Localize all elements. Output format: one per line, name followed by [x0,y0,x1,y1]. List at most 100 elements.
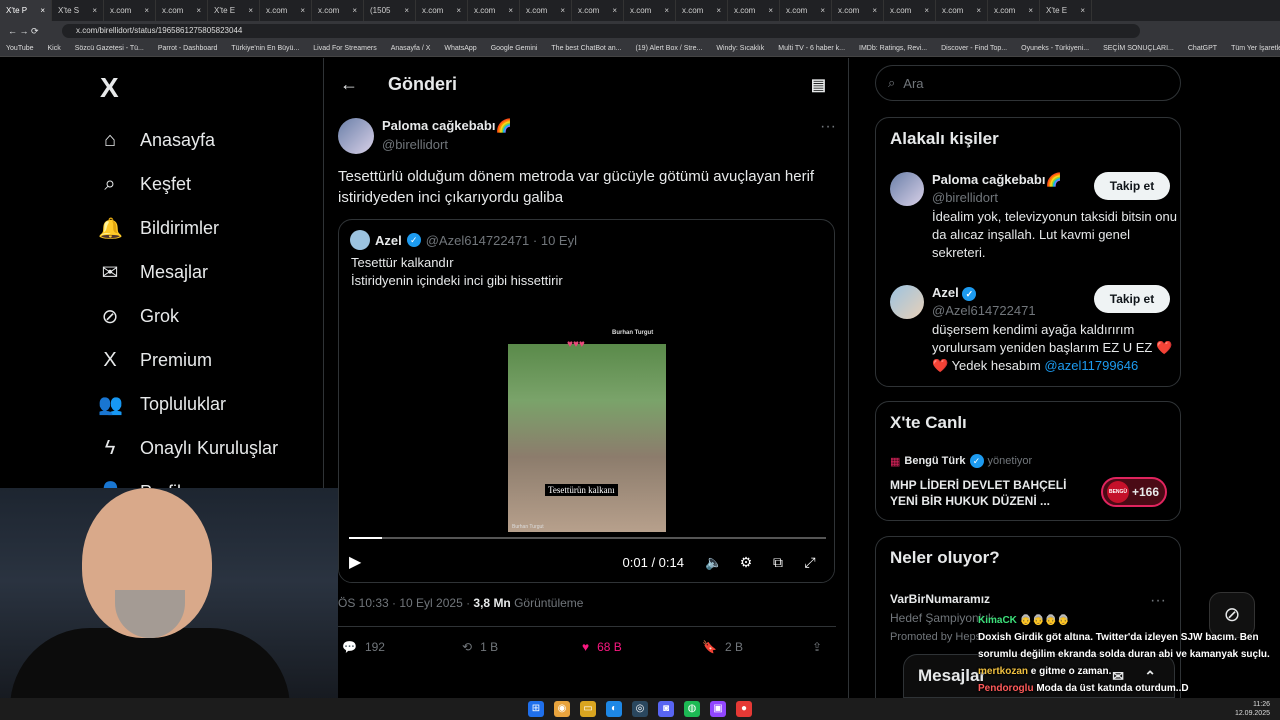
url-field[interactable]: x.com/birellidort/status/196586127580582… [62,24,1140,38]
browser-tab[interactable]: x.com × [572,0,624,21]
video-player[interactable]: Burhan Turgut Tesettürün kalkanı Burhan … [339,312,834,582]
search-input[interactable]: ⌕ Ara [875,65,1181,101]
browser-tab[interactable]: X'te E × [1040,0,1092,21]
x-logo[interactable]: X [100,72,119,104]
live-listeners-badge[interactable]: BENGÜ +166 [1101,477,1167,507]
bookmark-item[interactable]: WhatsApp [444,45,476,52]
close-tab-icon[interactable]: × [820,6,825,15]
bookmark-item[interactable]: ChatGPT [1188,45,1217,52]
close-tab-icon[interactable]: × [300,6,305,15]
video-progress-bar[interactable] [349,537,826,539]
close-tab-icon[interactable]: × [404,6,409,15]
browser-tab[interactable]: x.com × [728,0,780,21]
spotify-icon[interactable]: ◍ [684,701,700,717]
browser-tab[interactable]: x.com × [520,0,572,21]
sidebar-item-onayl-kurulu-lar[interactable]: ϟ Onaylı Kuruluşlar [98,426,278,470]
live-host[interactable]: Bengü Türk [904,455,965,467]
chrome-icon[interactable]: ◉ [554,701,570,717]
picture-in-picture-icon[interactable]: ⧉ [762,554,794,571]
close-tab-icon[interactable]: × [248,6,253,15]
person-handle[interactable]: @birellidort [932,190,998,205]
bookmark-item[interactable]: YouTube [6,45,34,52]
quote-avatar[interactable] [350,230,370,250]
browser-tab[interactable]: x.com × [884,0,936,21]
video-frame[interactable]: Tesettürün kalkanı Burhan Turgut [508,344,666,532]
quote-author-name[interactable]: Azel [375,233,402,248]
browser-tab[interactable]: x.com × [832,0,884,21]
browser-tab[interactable]: X'te E × [208,0,260,21]
person-name[interactable]: Azel ✓ [932,285,977,301]
post-timestamp[interactable]: ÖS 10:33 · 10 Eyl 2025 · [338,596,473,610]
quoted-post[interactable]: Azel ✓ @Azel614722471 · 10 Eyl Tesettür … [338,219,835,583]
bookmark-item[interactable]: The best ChatBot an... [551,45,621,52]
start-menu-icon[interactable]: ⊞ [528,701,544,717]
fullscreen-icon[interactable]: ⤢ [794,554,826,571]
bookmark-item[interactable]: Kick [48,45,61,52]
close-tab-icon[interactable]: × [560,6,565,15]
browser-tab[interactable]: X'te S × [52,0,104,21]
close-tab-icon[interactable]: × [1028,6,1033,15]
back-arrow-icon[interactable]: ← [340,74,358,95]
bookmark-item[interactable]: Türkiye'nin En Büyü... [231,45,299,52]
close-tab-icon[interactable]: × [40,6,45,15]
bookmark-item[interactable]: Google Gemini [491,45,538,52]
edge-icon[interactable]: ◐ [606,701,622,717]
share-button[interactable]: ⇪ [812,640,822,654]
person-handle[interactable]: @Azel614722471 [932,303,1036,318]
close-tab-icon[interactable]: × [716,6,721,15]
sidebar-item-topluluklar[interactable]: 👥 Topluluklar [98,382,278,426]
close-tab-icon[interactable]: × [664,6,669,15]
close-tab-icon[interactable]: × [612,6,617,15]
close-tab-icon[interactable]: × [92,6,97,15]
browser-tab[interactable]: X'te P × [0,0,52,21]
bookmark-item[interactable]: Parrot - Dashboard [158,45,218,52]
browser-tab[interactable]: x.com × [624,0,676,21]
bio-link[interactable]: @azel11799646 [1044,358,1138,373]
browser-tab[interactable]: x.com × [468,0,520,21]
avatar[interactable] [338,118,374,154]
bookmark-item[interactable]: Multi TV - 6 haber k... [778,45,845,52]
reader-mode-icon[interactable]: ▤ [811,75,826,95]
author-handle[interactable]: @birellidort [382,137,512,152]
bookmark-item[interactable]: Sözcü Gazetesi - Tü... [75,45,144,52]
folder-icon[interactable]: ▭ [580,701,596,717]
close-tab-icon[interactable]: × [768,6,773,15]
bookmark-item[interactable]: Livad For Streamers [313,45,376,52]
close-tab-icon[interactable]: × [196,6,201,15]
close-tab-icon[interactable]: × [976,6,981,15]
bookmark-item[interactable]: Discover - Find Top... [941,45,1007,52]
browser-tab[interactable]: x.com × [936,0,988,21]
author-name[interactable]: Paloma cağkebabı🌈 [382,118,512,134]
live-card[interactable]: X'te Canlı ▦ Bengü Türk ✓ yönetiyor MHP … [875,401,1181,521]
browser-tab[interactable]: (1505 × [364,0,416,21]
trend-name[interactable]: VarBirNumaramız [890,592,990,606]
settings-gear-icon[interactable]: ⚙ [730,554,762,571]
close-tab-icon[interactable]: × [144,6,149,15]
live-headline[interactable]: MHP LİDERİ DEVLET BAHÇELİ YENİ BİR HUKUK… [890,477,1090,509]
sidebar-item-ke-fet[interactable]: ⌕ Keşfet [98,162,278,206]
sidebar-item-premium[interactable]: X Premium [98,338,278,382]
bookmark-item[interactable]: Tüm Yer İşaretleri [1231,45,1280,52]
repost-button[interactable]: ⟲ 1 B [462,640,582,654]
person-name[interactable]: Paloma cağkebabı🌈 [932,172,1062,188]
bookmark-item[interactable]: (19) Alert Box / Stre... [635,45,702,52]
close-tab-icon[interactable]: × [1080,6,1085,15]
sidebar-item-mesajlar[interactable]: ✉ Mesajlar [98,250,278,294]
close-tab-icon[interactable]: × [456,6,461,15]
browser-tab[interactable]: x.com × [312,0,364,21]
play-icon[interactable]: ▶ [349,552,361,572]
reply-button[interactable]: 💬 192 [342,640,462,654]
close-tab-icon[interactable]: × [872,6,877,15]
back-nav-icon[interactable]: ← → ⟳ [8,26,39,37]
discord-icon[interactable]: ◙ [658,701,674,717]
steam-icon[interactable]: ◎ [632,701,648,717]
bookmark-item[interactable]: SEÇİM SONUÇLARI... [1103,45,1174,52]
sidebar-item-anasayfa[interactable]: ⌂ Anasayfa [98,118,278,162]
close-tab-icon[interactable]: × [352,6,357,15]
browser-tab[interactable]: x.com × [676,0,728,21]
trend-more-icon[interactable]: ··· [1150,592,1166,610]
close-tab-icon[interactable]: × [924,6,929,15]
follow-button[interactable]: Takip et [1094,172,1170,200]
more-options-icon[interactable]: ··· [820,118,836,136]
like-button[interactable]: ♥ 68 B [582,640,702,654]
